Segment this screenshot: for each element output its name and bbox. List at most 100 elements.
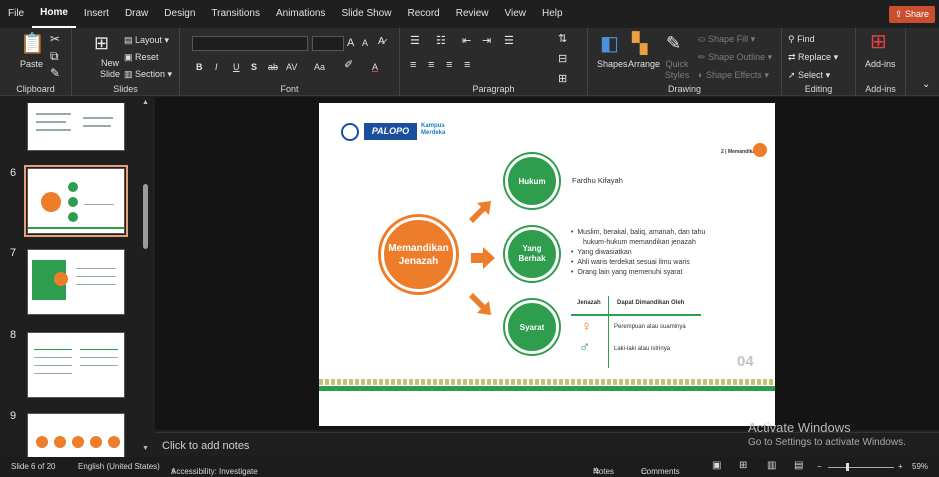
arrange-button[interactable]: Arrange bbox=[628, 59, 660, 69]
menu-file[interactable]: File bbox=[0, 0, 32, 28]
zoom-in-icon[interactable]: + bbox=[898, 462, 903, 471]
shape-fill-button[interactable]: ⛀ Shape Fill ▾ bbox=[698, 34, 755, 45]
quick-styles-icon[interactable]: ✎ bbox=[666, 34, 681, 52]
slide-sorter-icon[interactable]: ⊞ bbox=[739, 460, 747, 471]
menu-transitions[interactable]: Transitions bbox=[203, 0, 268, 28]
line-spacing-icon[interactable]: ☰ bbox=[504, 36, 514, 47]
align-right-icon[interactable]: ≡ bbox=[446, 60, 452, 71]
scrollbar-thumb[interactable] bbox=[143, 184, 148, 249]
slide-number: 04 bbox=[737, 353, 754, 370]
bullet-3: • Ahli waris terdekat sesuai ilmu waris bbox=[571, 259, 690, 266]
menu-insert[interactable]: Insert bbox=[76, 0, 117, 28]
numbering-icon[interactable]: ☷ bbox=[436, 36, 446, 47]
kampus-merdeka-logo: Kampus Merdeka bbox=[421, 123, 446, 136]
quick-styles-button[interactable]: Quick Styles bbox=[664, 59, 690, 81]
thumbnail-8[interactable] bbox=[27, 332, 125, 398]
select-button[interactable]: ➚ Select ▾ bbox=[788, 70, 830, 81]
menu-review[interactable]: Review bbox=[448, 0, 497, 28]
addins-icon[interactable]: ⊞ bbox=[870, 32, 887, 52]
notes-placeholder[interactable]: Click to add notes bbox=[162, 440, 249, 452]
font-family-select[interactable] bbox=[192, 36, 308, 51]
editing-label: Editing bbox=[804, 84, 833, 94]
decrease-indent-icon[interactable]: ⇤ bbox=[462, 36, 471, 47]
char-spacing-button[interactable]: AV bbox=[286, 62, 297, 72]
language[interactable]: English (United States) bbox=[78, 462, 160, 471]
hukum-text: Fardhu Kifayah bbox=[572, 176, 623, 185]
increase-font-button[interactable]: A bbox=[347, 37, 354, 49]
shape-effects-button[interactable]: ◐ Shape Effects ▾ bbox=[698, 70, 769, 81]
bold-button[interactable]: B bbox=[196, 62, 203, 72]
menu-slide-show[interactable]: Slide Show bbox=[333, 0, 399, 28]
strikethrough-button[interactable]: ab bbox=[268, 62, 278, 72]
find-button[interactable]: ⚲ Find bbox=[788, 34, 815, 45]
font-color-button[interactable]: A bbox=[372, 62, 378, 72]
zoom-level[interactable]: 59% bbox=[912, 462, 928, 471]
table-header-dimandikan: Dapat Dimandikan Oleh bbox=[617, 300, 685, 306]
thumbnail-9[interactable] bbox=[27, 413, 125, 457]
shape-outline-button[interactable]: ✏ Shape Outline ▾ bbox=[698, 52, 772, 63]
menu-view[interactable]: View bbox=[497, 0, 535, 28]
shapes-button[interactable]: Shapes bbox=[597, 59, 628, 69]
paste-icon[interactable]: 📋 bbox=[20, 34, 45, 54]
thumbnails-scrollbar[interactable]: ▲ ▼ bbox=[140, 99, 150, 457]
font-size-select[interactable] bbox=[312, 36, 344, 51]
share-button[interactable]: ⇪ Share bbox=[888, 6, 935, 23]
normal-view-icon[interactable]: ▣ bbox=[712, 460, 721, 471]
connector-arrows bbox=[469, 201, 495, 315]
menu-animations[interactable]: Animations bbox=[268, 0, 333, 28]
table-column-divider bbox=[608, 296, 609, 368]
addins-group: ⊞ Add-ins Add-ins bbox=[856, 28, 906, 96]
male-icon: ♂ bbox=[579, 339, 591, 356]
current-slide[interactable]: PALOPO Kampus Merdeka 2 | Memandikan Mem… bbox=[319, 103, 775, 426]
scroll-down-icon[interactable]: ▼ bbox=[142, 445, 149, 452]
thumbnail-7[interactable] bbox=[27, 249, 125, 315]
align-center-icon[interactable]: ≡ bbox=[428, 60, 434, 71]
drawing-label: Drawing bbox=[667, 84, 701, 94]
section-button[interactable]: ▥ Section ▾ bbox=[124, 69, 172, 80]
clear-format-icon[interactable]: A̷ bbox=[378, 37, 385, 47]
slide-count: Slide 6 of 20 bbox=[11, 462, 56, 471]
menu-design[interactable]: Design bbox=[156, 0, 203, 28]
arrange-icon[interactable]: ▚ bbox=[632, 34, 647, 54]
text-direction-icon[interactable]: ⇅ bbox=[558, 34, 567, 45]
shadow-button[interactable]: S bbox=[251, 62, 257, 72]
format-painter-icon[interactable]: ✎ bbox=[50, 67, 60, 79]
increase-indent-icon[interactable]: ⇥ bbox=[482, 36, 491, 47]
italic-button[interactable]: I bbox=[215, 62, 218, 72]
university-seal-icon bbox=[341, 123, 359, 141]
paste-button[interactable]: Paste bbox=[20, 59, 43, 69]
zoom-out-icon[interactable]: − bbox=[817, 462, 822, 471]
menu-help[interactable]: Help bbox=[534, 0, 571, 28]
shapes-icon[interactable]: ◧ bbox=[600, 34, 619, 54]
cut-icon[interactable]: ✂ bbox=[50, 33, 60, 45]
highlight-icon[interactable]: ✐ bbox=[344, 60, 353, 71]
decrease-font-button[interactable]: A bbox=[362, 38, 368, 48]
copy-icon[interactable]: ⧉ bbox=[50, 50, 59, 62]
replace-button[interactable]: ⇄ Replace ▾ bbox=[788, 52, 838, 63]
align-text-icon[interactable]: ⊟ bbox=[558, 54, 567, 65]
thumbnail-5[interactable] bbox=[27, 103, 125, 151]
scroll-up-icon[interactable]: ▲ bbox=[142, 99, 149, 106]
reading-view-icon[interactable]: ▥ bbox=[767, 460, 776, 471]
addins-button[interactable]: Add-ins bbox=[865, 59, 896, 69]
status-bar: Slide 6 of 20 English (United States) ⚕ … bbox=[0, 457, 939, 477]
slideshow-icon[interactable]: ▤ bbox=[794, 460, 803, 471]
bullet-4: • Orang lain yang memenuhi syarat bbox=[571, 269, 683, 276]
menu-home[interactable]: Home bbox=[32, 0, 76, 28]
new-slide-icon[interactable]: ⊞ bbox=[94, 34, 109, 52]
ribbon-collapse-icon[interactable]: ⌄ bbox=[922, 80, 930, 90]
underline-button[interactable]: U bbox=[233, 62, 240, 72]
menu-draw[interactable]: Draw bbox=[117, 0, 156, 28]
align-left-icon[interactable]: ≡ bbox=[410, 60, 416, 71]
justify-icon[interactable]: ≡ bbox=[464, 60, 470, 71]
change-case-button[interactable]: Aa bbox=[314, 62, 325, 72]
reset-button[interactable]: ▣ Reset bbox=[124, 52, 159, 63]
bullet-2: • Yang diwasiatkan bbox=[571, 249, 632, 256]
zoom-slider[interactable] bbox=[828, 467, 894, 468]
zoom-slider-thumb[interactable] bbox=[846, 463, 849, 471]
menu-record[interactable]: Record bbox=[399, 0, 447, 28]
layout-button[interactable]: ▤ Layout ▾ bbox=[124, 35, 169, 46]
bullets-icon[interactable]: ☰ bbox=[410, 36, 420, 47]
main-topic-circle: Memandikan Jenazah bbox=[381, 217, 456, 292]
thumbnail-6[interactable] bbox=[24, 165, 128, 237]
